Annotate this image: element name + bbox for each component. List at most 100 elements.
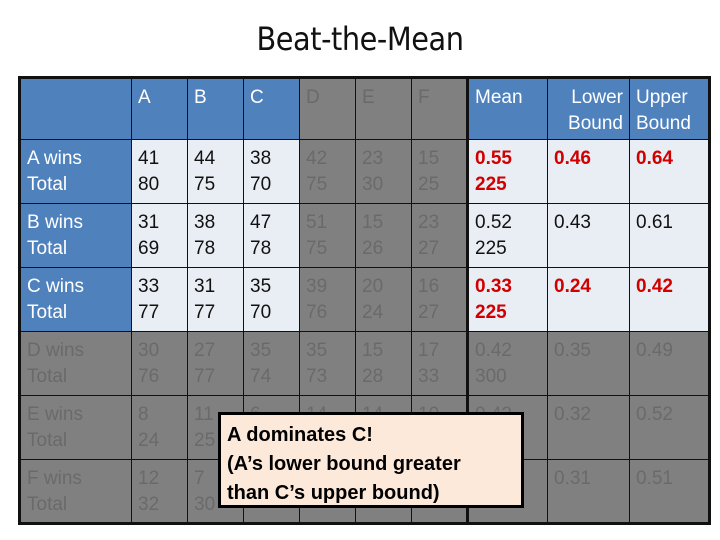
cell-text: 23 <box>362 148 384 169</box>
row-label: A wins Total <box>19 139 132 204</box>
cell-text: 0.43 <box>554 212 591 233</box>
upper-bound-cell: 0.64 <box>629 139 710 204</box>
win-total-cell: 35 70 <box>243 267 300 332</box>
cell-text: A wins <box>27 148 82 169</box>
lower-bound-cell: 0.43 <box>547 203 630 268</box>
lower-bound-cell: 0.35 <box>547 331 630 396</box>
win-total-cell: 23 27 <box>411 203 468 268</box>
cell-text: 0.24 <box>554 276 591 297</box>
cell-text: 0.31 <box>554 468 591 489</box>
cell-text: B <box>194 87 207 108</box>
lower-bound-cell: 0.24 <box>547 267 630 332</box>
column-header: F <box>411 77 468 140</box>
cell-text: 11 <box>194 404 214 425</box>
cell-text: 30 <box>362 174 384 195</box>
table-row: D wins Total 30 76 27 77 35 74 35 73 15 28 17 33 0.42 3… <box>19 331 710 396</box>
cell-text: Bound <box>568 113 623 134</box>
cell-text: 225 <box>475 174 507 195</box>
column-header: E <box>355 77 412 140</box>
cell-text: 12 <box>138 468 160 489</box>
cell-text: 30 <box>138 340 160 361</box>
cell-text: 0.33 <box>475 276 512 297</box>
cell-text: 25 <box>194 430 216 451</box>
slide-title: Beat-the-Mean <box>256 20 464 58</box>
cell-text: E wins <box>27 404 83 425</box>
mean-cell: 0.33 225 <box>466 267 548 332</box>
cell-text: 35 <box>250 276 272 297</box>
table-row: C wins Total 33 77 31 77 35 70 39 76 20 24 16 27 0.33 2… <box>19 267 710 332</box>
row-label: B wins Total <box>19 203 132 268</box>
callout-line: A dominates C! <box>227 424 373 446</box>
cell-text: 0.52 <box>636 404 673 425</box>
row-label: E wins Total <box>19 395 132 460</box>
upper-bound-cell: 0.52 <box>629 395 710 460</box>
win-total-cell: 42 75 <box>299 139 356 204</box>
cell-text: 27 <box>194 340 216 361</box>
cell-text: 39 <box>306 276 328 297</box>
cell-text: 15 <box>362 212 384 233</box>
cell-text: C wins <box>27 276 85 297</box>
win-total-cell: 47 78 <box>243 203 300 268</box>
cell-text: 7 <box>194 468 205 489</box>
row-label: F wins Total <box>19 459 132 524</box>
cell-text: 0.55 <box>475 148 512 169</box>
cell-text: 74 <box>250 366 272 387</box>
cell-text: 0.51 <box>636 468 673 489</box>
cell-text: 44 <box>194 148 216 169</box>
callout-line: than C’s upper bound) <box>227 482 440 504</box>
upper-bound-cell: 0.42 <box>629 267 710 332</box>
lower-bound-cell: 0.46 <box>547 139 630 204</box>
cell-text: 15 <box>362 340 384 361</box>
cell-text: 42 <box>306 148 328 169</box>
win-total-cell: 12 32 <box>131 459 188 524</box>
win-total-cell: 44 75 <box>187 139 244 204</box>
cell-text: D <box>306 87 320 108</box>
cell-text: 47 <box>250 212 272 233</box>
cell-text: A <box>138 87 151 108</box>
cell-text: 77 <box>194 366 216 387</box>
cell-text: 38 <box>194 212 216 233</box>
win-total-cell: 8 24 <box>131 395 188 460</box>
cell-text: C <box>250 87 264 108</box>
column-header: Mean <box>466 77 548 140</box>
table-row: B wins Total 31 69 38 78 47 78 51 75 15 26 23 27 0.52 2… <box>19 203 710 268</box>
cell-text: 35 <box>250 340 272 361</box>
mean-cell: 0.55 225 <box>466 139 548 204</box>
mean-cell: 0.42 300 <box>466 331 548 396</box>
cell-text: 75 <box>306 238 328 259</box>
cell-text: 70 <box>250 174 272 195</box>
lower-bound-cell: 0.32 <box>547 395 630 460</box>
win-total-cell: 38 70 <box>243 139 300 204</box>
cell-text: 69 <box>138 238 160 259</box>
cell-text: B wins <box>27 212 83 233</box>
cell-text: 75 <box>306 174 328 195</box>
cell-text: Upper <box>636 87 688 108</box>
cell-text: Mean <box>475 87 523 108</box>
cell-text: 0.42 <box>636 276 673 297</box>
row-label: D wins Total <box>19 331 132 396</box>
cell-text: 77 <box>194 302 216 323</box>
win-total-cell: 16 27 <box>411 267 468 332</box>
win-total-cell: 15 25 <box>411 139 468 204</box>
column-header: D <box>299 77 356 140</box>
win-total-cell: 39 76 <box>299 267 356 332</box>
cell-text: 41 <box>138 148 160 169</box>
cell-text: 38 <box>250 148 272 169</box>
cell-text: 27 <box>418 302 440 323</box>
cell-text: 0.42 <box>475 340 512 361</box>
cell-text: 0.49 <box>636 340 673 361</box>
lower-bound-cell: 0.31 <box>547 459 630 524</box>
cell-text: 20 <box>362 276 384 297</box>
win-total-cell: 17 33 <box>411 331 468 396</box>
win-total-cell: 15 26 <box>355 203 412 268</box>
win-total-cell: 31 69 <box>131 203 188 268</box>
cell-text: Bound <box>636 113 691 134</box>
cell-text: Total <box>27 238 68 259</box>
cell-text: 25 <box>418 174 440 195</box>
table-row: A wins Total 41 80 44 75 38 70 42 75 23 30 15 25 0.55 2… <box>19 139 710 204</box>
upper-bound-cell: 0.61 <box>629 203 710 268</box>
cell-text: Total <box>27 174 68 195</box>
cell-text: 0.46 <box>554 148 591 169</box>
win-total-cell: 30 76 <box>131 331 188 396</box>
cell-text: 26 <box>362 238 384 259</box>
